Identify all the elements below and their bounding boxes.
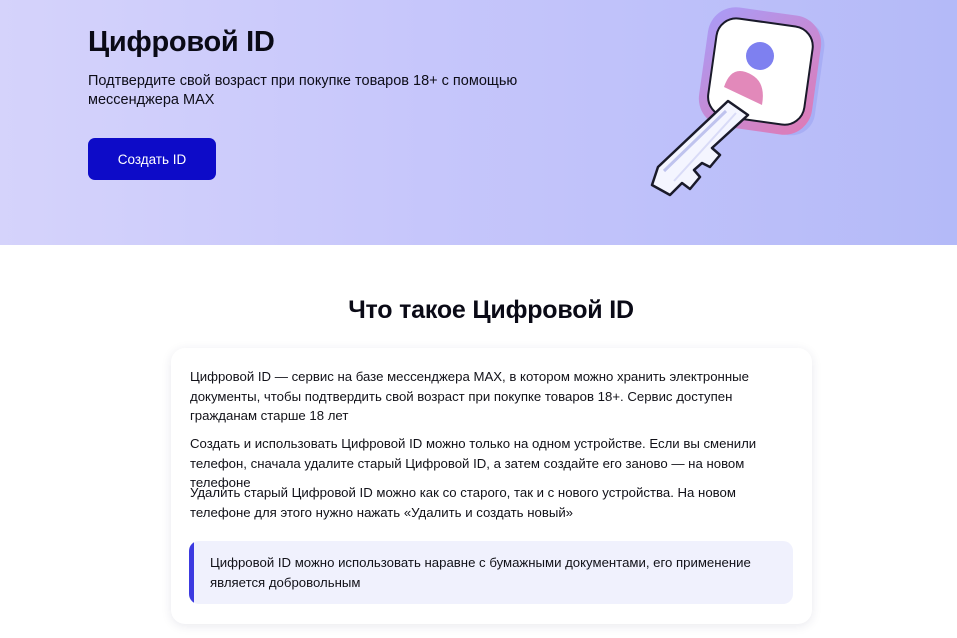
info-card: Цифровой ID — сервис на базе мессенджера… [171, 348, 812, 624]
info-paragraph: Удалить старый Цифровой ID можно как со … [190, 485, 736, 520]
hero-subtitle: Подтвердите свой возраст при покупке тов… [88, 73, 518, 108]
digital-id-key-illustration [650, 7, 825, 197]
hero-banner: Цифровой ID Подтвердите свой возраст при… [0, 0, 957, 245]
page-title: Цифровой ID [88, 26, 275, 58]
note-callout: Цифровой ID можно использовать наравне с… [189, 541, 793, 604]
info-paragraph: Цифровой ID — сервис на базе мессенджера… [190, 369, 749, 423]
section-title: Что такое Цифровой ID [348, 296, 634, 324]
note-text: Цифровой ID можно использовать наравне с… [210, 555, 751, 590]
create-id-button[interactable]: Создать ID [88, 138, 216, 180]
note-accent-bar [189, 541, 194, 604]
